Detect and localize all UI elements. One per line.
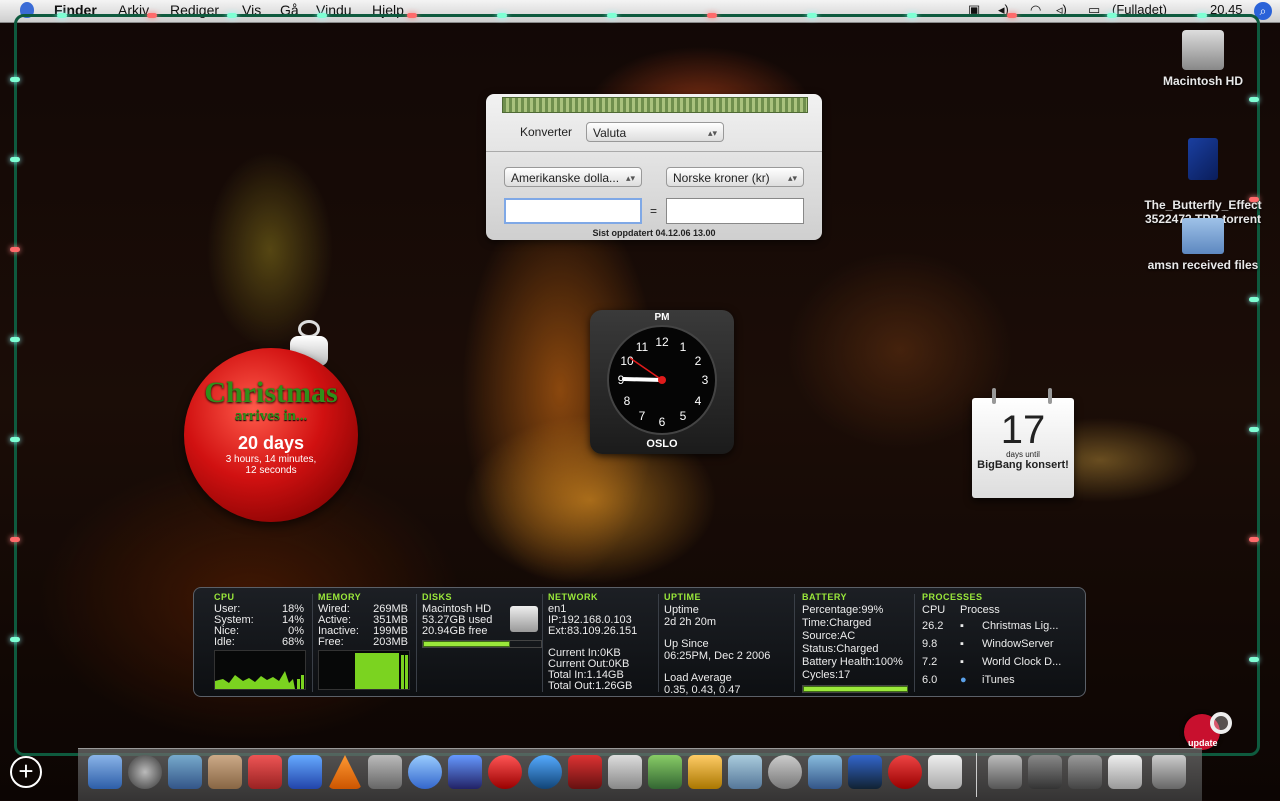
app-icon: ▪	[960, 620, 964, 632]
app-icon[interactable]	[928, 755, 962, 789]
days-until-label: days until	[1006, 450, 1040, 459]
clock-number: 12	[655, 335, 669, 349]
app-icon[interactable]	[808, 755, 842, 789]
dock	[78, 748, 1202, 801]
cpu-graph	[214, 650, 306, 690]
processes-section: PROCESSES CPU Process 26.2 ▪ Christmas Lig.…	[922, 592, 1072, 689]
converter-widget: Konverter Valuta ▴▾ Amerikanske dolla... ▴…	[486, 94, 822, 240]
clock-number: 10	[620, 354, 634, 368]
app-icon[interactable]	[728, 755, 762, 789]
app-icon: ▪	[960, 638, 964, 650]
days-number: 17	[1000, 408, 1046, 452]
from-currency-select[interactable]: Amerikanske dolla... ▴▾	[504, 167, 642, 187]
hard-drive-icon	[1182, 30, 1224, 70]
itunes-icon: ●	[960, 674, 967, 686]
last-updated-text: Sist oppdatert 04.12.06 13.00	[592, 228, 716, 238]
app-icon[interactable]	[888, 755, 922, 789]
mail-icon[interactable]	[168, 755, 202, 789]
category-select[interactable]: Valuta ▴▾	[586, 122, 724, 142]
event-name: BigBang konsert!	[977, 459, 1069, 471]
app-icon[interactable]	[568, 755, 602, 789]
countdown-detail-1: 3 hours, 14 minutes,	[225, 454, 317, 465]
itunes-icon[interactable]	[408, 755, 442, 789]
app-icon[interactable]	[768, 755, 802, 789]
uptime-section: UPTIME Uptime 2d 2h 20m Up Since 06:25PM…	[664, 592, 771, 696]
disk-usage-bar	[422, 640, 542, 648]
desktop-icon-amsn-folder[interactable]: amsn received files	[1128, 218, 1278, 272]
world-clock-widget[interactable]: PM 12 1 2 3 4 5 6 7 8 9 10 11 OSLO	[590, 310, 734, 454]
clock-app-icon[interactable]	[128, 755, 162, 789]
network-icon[interactable]	[528, 755, 562, 789]
memory-graph	[318, 650, 410, 690]
countdown-days: 20 days	[237, 433, 305, 453]
clock-city: OSLO	[646, 438, 678, 450]
clock-number: 6	[659, 415, 666, 429]
clock-number: 8	[624, 394, 631, 408]
clock-number: 5	[680, 409, 687, 423]
days-until-widget[interactable]: 17 days until BigBang konsert!	[972, 388, 1074, 498]
cpu-section: CPU User: 18% System: 14% Nice: 0% Idle: 68%	[214, 592, 306, 693]
app-icon[interactable]	[448, 755, 482, 789]
countdown-detail-2: 12 seconds	[245, 465, 297, 476]
clock-number: 11	[636, 340, 649, 354]
to-amount-input[interactable]	[666, 198, 804, 224]
memory-section: MEMORY Wired: 269MB Active: 351MB Inactive…	[318, 592, 410, 693]
countdown-title: Christmas	[204, 376, 338, 409]
document-icon[interactable]	[1108, 755, 1142, 789]
vlc-icon[interactable]	[328, 755, 362, 789]
clock-number: 2	[695, 354, 702, 368]
hard-drive-icon	[510, 606, 538, 632]
chevron-updown-icon: ▴▾	[787, 173, 797, 183]
torrent-app-icon[interactable]	[848, 755, 882, 789]
clock-number: 7	[639, 409, 646, 423]
from-amount-input[interactable]	[504, 198, 642, 224]
dock-separator	[976, 753, 977, 797]
istat-widget[interactable]: CPU User: 18% System: 14% Nice: 0% Idle: 68%…	[193, 587, 1086, 697]
disks-section: DISKS Macintosh HD 53.27GB used 20.94GB …	[422, 592, 542, 648]
to-currency-select[interactable]: Norske kroner (kr) ▴▾	[666, 167, 804, 187]
convert-label: Konverter	[520, 125, 573, 139]
chevron-updown-icon: ▴▾	[625, 173, 635, 183]
battery-level-bar	[802, 685, 908, 693]
trash-icon[interactable]	[1152, 755, 1186, 789]
clock-number: 4	[695, 394, 702, 408]
folder-icon	[1182, 218, 1224, 254]
add-widget-button[interactable]: +	[10, 756, 42, 788]
hour-hand	[622, 377, 664, 382]
app-icon[interactable]	[608, 755, 642, 789]
clock-face: 12 1 2 3 4 5 6 7 8 9 10 11	[607, 325, 717, 435]
safari-icon[interactable]	[288, 755, 322, 789]
torrent-file-icon	[1188, 138, 1218, 180]
iphoto-icon[interactable]	[648, 755, 682, 789]
desktop-icon-macintosh-hd[interactable]: Macintosh HD	[1128, 30, 1278, 88]
opera-icon[interactable]	[488, 755, 522, 789]
window-icon[interactable]	[1068, 755, 1102, 789]
christmas-countdown-widget[interactable]: Christmas arrives in... 20 days 3 hours,…	[184, 348, 358, 522]
window-icon[interactable]	[1028, 755, 1062, 789]
clock-number: 1	[680, 340, 687, 354]
app-icon[interactable]	[688, 755, 722, 789]
converter-decoration	[502, 97, 808, 113]
countdown-subtitle: arrives in...	[234, 408, 308, 424]
battery-section: BATTERY Percentage:99% Time:Charged Sour…	[802, 592, 908, 693]
calendar-icon[interactable]	[248, 755, 282, 789]
clock-number: 3	[702, 373, 709, 387]
app-icon: ▪	[960, 656, 964, 668]
network-section: NETWORK en1 IP:192.168.0.103 Ext:83.109.…	[548, 592, 638, 692]
chevron-updown-icon: ▴▾	[707, 128, 717, 138]
address-book-icon[interactable]	[208, 755, 242, 789]
app-icon[interactable]	[368, 755, 402, 789]
equals-sign: =	[650, 204, 658, 218]
finder-icon[interactable]	[88, 755, 122, 789]
folder-stack-icon[interactable]	[988, 755, 1022, 789]
